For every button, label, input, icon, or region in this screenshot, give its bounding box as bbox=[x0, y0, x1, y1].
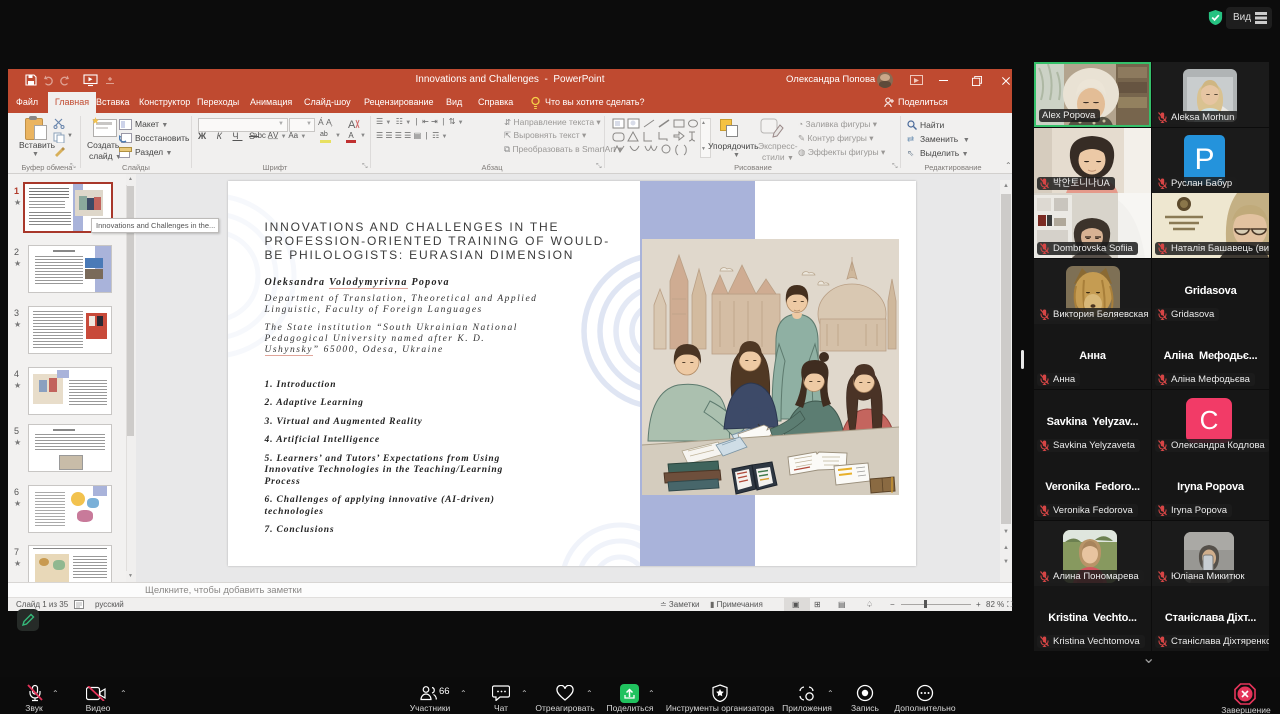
svg-text:А: А bbox=[348, 119, 356, 130]
